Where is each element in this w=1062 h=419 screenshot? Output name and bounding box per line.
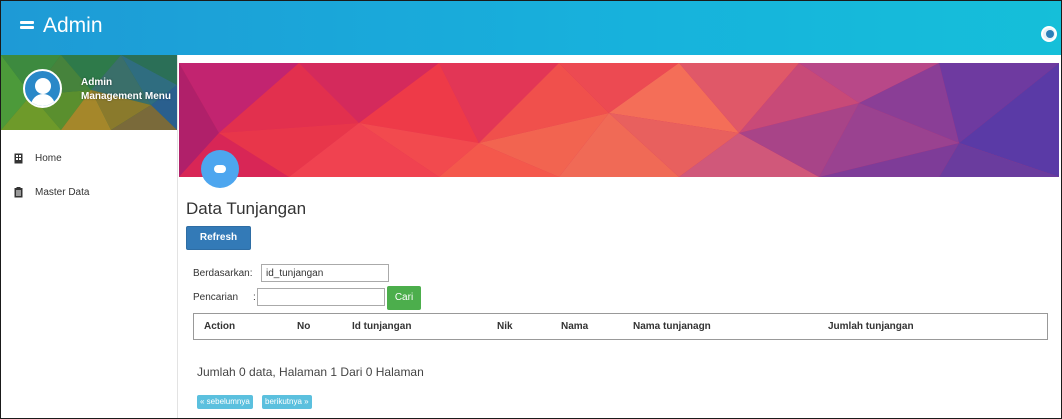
search-label: Pencarian xyxy=(193,292,239,303)
building-icon xyxy=(14,153,23,164)
app-title[interactable]: Admin xyxy=(43,14,103,38)
main-content: Data Tunjangan Refresh Berdasarkan: Penc… xyxy=(179,55,1061,418)
refresh-button[interactable]: Refresh xyxy=(186,226,251,250)
app-window: Admin Admin Management Menu Home Master … xyxy=(0,0,1062,419)
column-header: Nama xyxy=(561,321,589,332)
previous-page-button[interactable]: « sebelumnya xyxy=(197,395,253,409)
avatar xyxy=(23,69,62,108)
user-circle-icon[interactable] xyxy=(1041,26,1057,42)
pagination-summary: Jumlah 0 data, Halaman 1 Dari 0 Halaman xyxy=(197,365,424,379)
header-banner xyxy=(179,63,1059,177)
filter-by-label: Berdasarkan: xyxy=(193,268,253,279)
top-navbar: Admin xyxy=(1,1,1061,55)
next-page-button[interactable]: berikutnya » xyxy=(262,395,312,409)
data-table: Action No Id tunjangan Nik Nama Nama tun… xyxy=(193,313,1048,340)
banner-background xyxy=(179,63,1059,177)
search-button[interactable]: Cari xyxy=(387,286,421,310)
clipboard-icon xyxy=(14,187,23,198)
column-header: Nama tunjanagn xyxy=(633,321,711,332)
column-header: Id tunjangan xyxy=(352,321,412,332)
profile-role: Management Menu xyxy=(81,91,172,102)
sidebar-profile-banner: Admin Management Menu xyxy=(1,55,177,130)
profile-name: Admin xyxy=(81,77,113,88)
filter-by-field[interactable] xyxy=(261,264,389,282)
menu-icon[interactable] xyxy=(20,21,34,32)
sidebar-item-master-data[interactable]: Master Data xyxy=(1,183,177,205)
column-header: Jumlah tunjangan xyxy=(828,321,914,332)
floating-action-button[interactable] xyxy=(201,150,239,188)
sidebar-item-label: Master Data xyxy=(35,187,90,198)
column-header: No xyxy=(297,321,311,332)
sidebar-item-label: Home xyxy=(35,153,62,164)
search-input[interactable] xyxy=(257,288,385,306)
column-header: Action xyxy=(204,321,236,332)
sidebar-item-home[interactable]: Home xyxy=(1,149,177,171)
page-title: Data Tunjangan xyxy=(186,199,307,218)
search-label-colon: : xyxy=(253,292,256,303)
column-header: Nik xyxy=(497,321,513,332)
sidebar: Admin Management Menu Home Master Data xyxy=(1,55,178,418)
